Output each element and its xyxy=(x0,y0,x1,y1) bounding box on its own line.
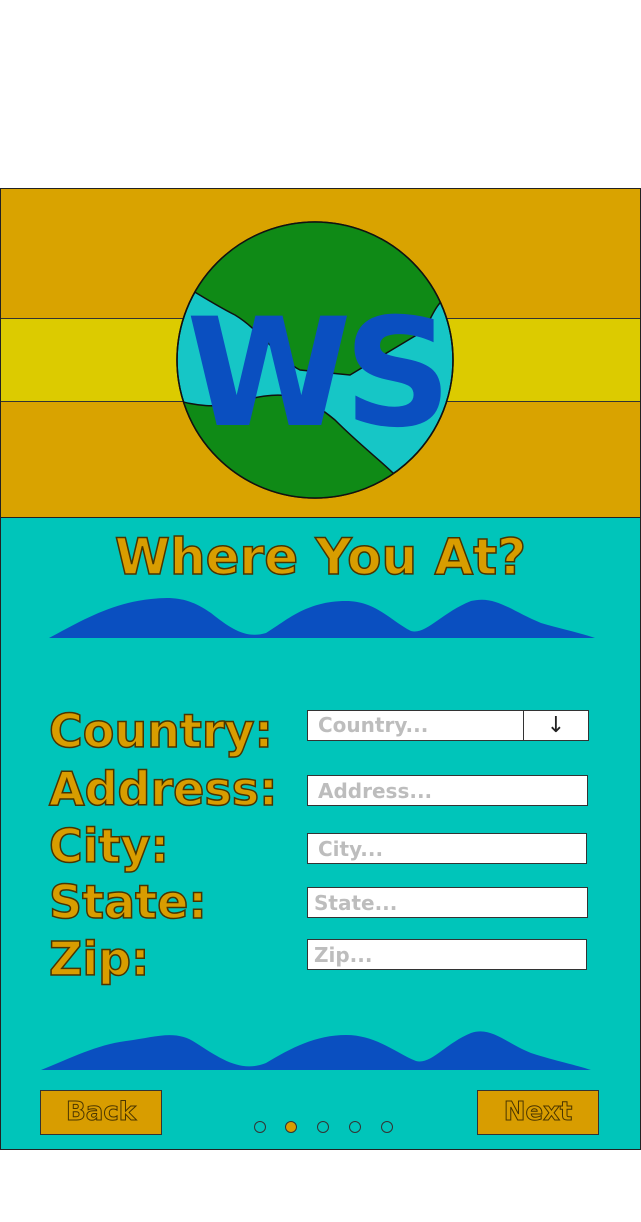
zip-field[interactable] xyxy=(307,939,587,970)
chevron-down-icon[interactable]: ↓ xyxy=(523,711,588,740)
zip-label: Zip: xyxy=(48,932,150,986)
app-frame: WS Where You At? Country: Country... ↓ A… xyxy=(0,188,641,1150)
country-select[interactable]: Country... ↓ xyxy=(307,710,589,741)
wave-decoration-bottom-icon xyxy=(41,1031,591,1070)
city-label: City: xyxy=(48,819,169,873)
country-placeholder: Country... xyxy=(318,713,429,737)
wave-decoration-top-icon xyxy=(49,597,595,638)
header: WS xyxy=(1,189,640,518)
content-area: Where You At? Country: Country... ↓ Addr… xyxy=(1,518,640,1149)
page-dot-3[interactable] xyxy=(317,1121,329,1133)
page-dot-4[interactable] xyxy=(349,1121,361,1133)
city-field[interactable] xyxy=(307,833,587,864)
state-field[interactable] xyxy=(307,887,588,918)
page-dot-2[interactable] xyxy=(285,1121,297,1133)
state-label: State: xyxy=(48,875,207,929)
address-label: Address: xyxy=(48,762,278,816)
next-button[interactable]: Next xyxy=(477,1090,599,1135)
city-input[interactable] xyxy=(318,834,586,863)
page-dot-5[interactable] xyxy=(381,1121,393,1133)
address-field[interactable] xyxy=(307,775,588,806)
globe-logo-icon: WS xyxy=(176,221,454,499)
page-title: Where You At? xyxy=(114,527,527,587)
country-label: Country: xyxy=(48,704,273,758)
address-input[interactable] xyxy=(318,776,587,805)
state-input[interactable] xyxy=(314,888,587,917)
page-dot-1[interactable] xyxy=(254,1121,266,1133)
logo-text: WS xyxy=(186,287,444,461)
back-button[interactable]: Back xyxy=(40,1090,162,1135)
zip-input[interactable] xyxy=(314,940,586,969)
